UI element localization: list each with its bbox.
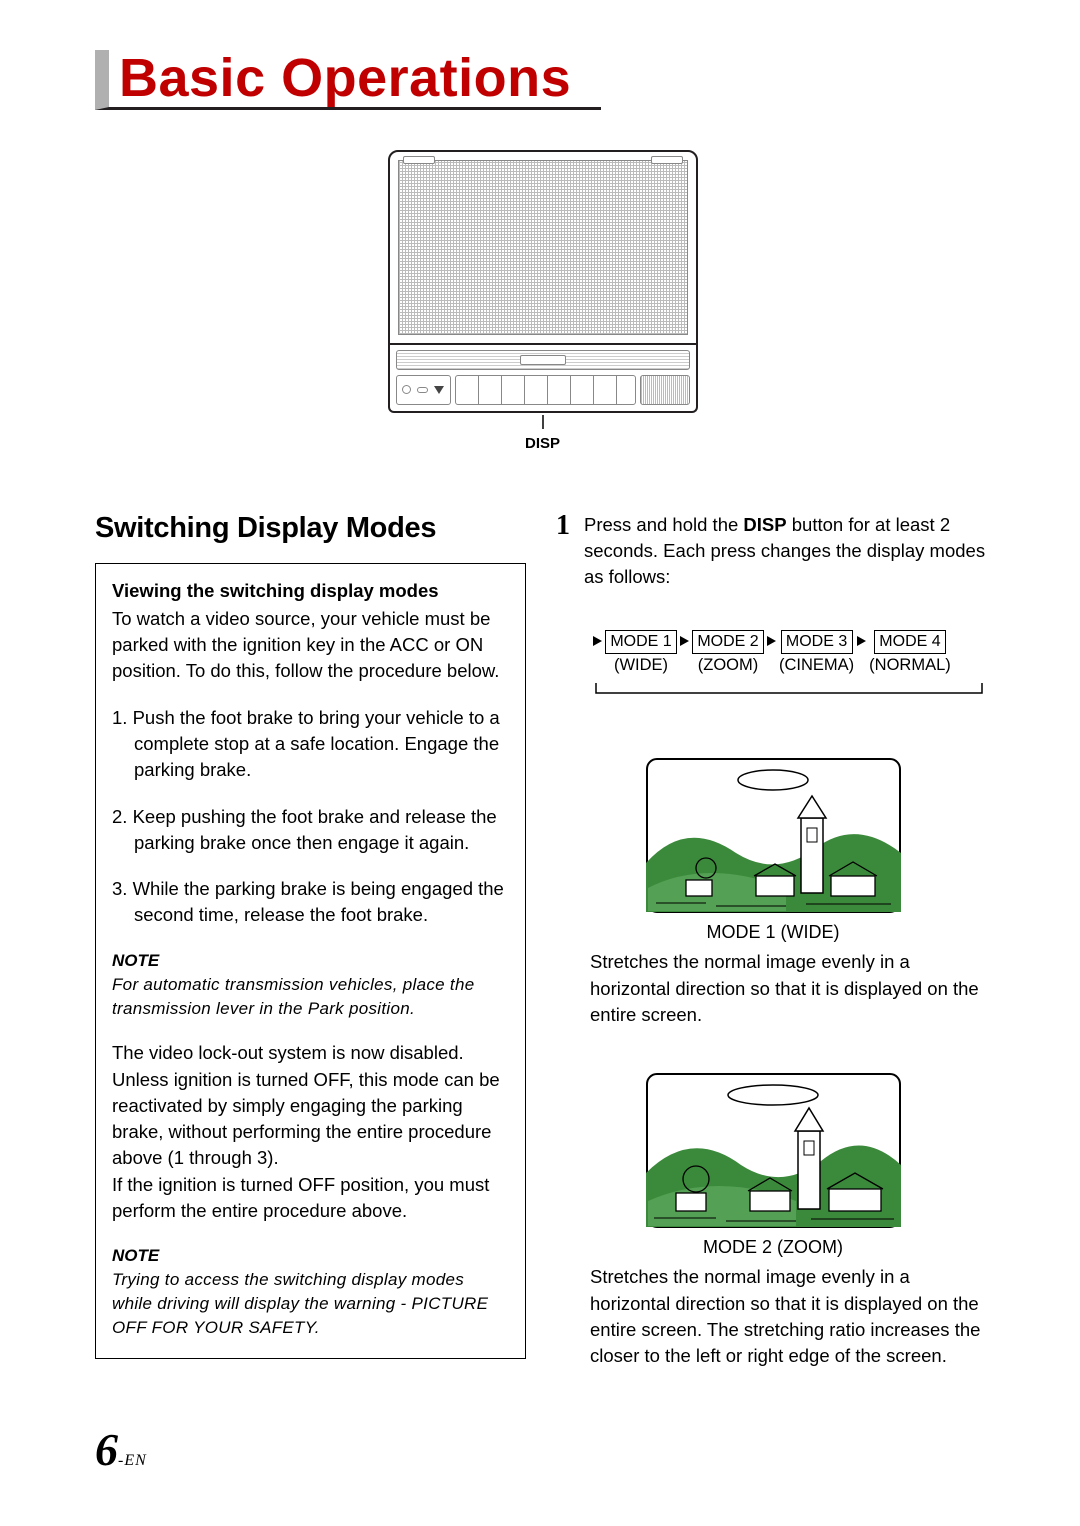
arrow-right-icon <box>590 630 605 646</box>
procedure-step: 1. Push the foot brake to bring your veh… <box>112 705 509 784</box>
mode2-description: Stretches the normal image evenly in a h… <box>590 1264 990 1369</box>
mode1-caption: MODE 1 (WIDE) <box>556 922 990 943</box>
box-paragraph: If the ignition is turned OFF position, … <box>112 1172 509 1225</box>
landscape-icon <box>646 758 901 913</box>
mode2-caption: MODE 2 (ZOOM) <box>556 1237 990 1258</box>
step-bold: DISP <box>743 514 786 535</box>
note-label: NOTE <box>112 949 509 973</box>
landscape-icon <box>646 1073 901 1228</box>
page-number-value: 6 <box>95 1424 118 1475</box>
mode1-description: Stretches the normal image evenly in a h… <box>590 949 990 1028</box>
mode-box: MODE 1 <box>605 630 677 654</box>
box-paragraph: The video lock-out system is now disable… <box>112 1040 509 1171</box>
mode2-figure: MODE 2 (ZOOM) <box>556 1073 990 1258</box>
mode-label: (ZOOM) <box>698 656 758 675</box>
mode-label: (NORMAL) <box>869 656 951 675</box>
page-title: Basic Operations <box>95 50 601 110</box>
mode-cycle-diagram: MODE 1 (WIDE) MODE 2 (ZOOM) MODE 3 (CINE… <box>590 630 990 675</box>
box-subheading: Viewing the switching display modes <box>112 578 509 604</box>
box-intro: To watch a video source, your vehicle mu… <box>112 606 509 685</box>
arrow-right-icon <box>677 630 692 646</box>
mode-label: (WIDE) <box>614 656 668 675</box>
note-label: NOTE <box>112 1244 509 1268</box>
mode-box: MODE 3 <box>781 630 853 654</box>
instruction-box: Viewing the switching display modes To w… <box>95 563 526 1359</box>
step-number: 1 <box>556 512 570 591</box>
disp-callout: DISP <box>95 435 990 452</box>
mode1-figure: MODE 1 (WIDE) <box>556 758 990 943</box>
cycle-return-arrow <box>590 683 990 703</box>
arrow-right-icon <box>854 630 869 646</box>
note-text: For automatic transmission vehicles, pla… <box>112 973 509 1021</box>
note-text: Trying to access the switching display m… <box>112 1268 509 1339</box>
arrow-right-icon <box>764 630 779 646</box>
mode-box: MODE 2 <box>692 630 764 654</box>
step-text: Press and hold the <box>584 514 743 535</box>
page-number: 6-EN <box>95 1423 147 1476</box>
mode-label: (CINEMA) <box>779 656 854 675</box>
callout-line-icon <box>523 415 563 433</box>
procedure-step: 3. While the parking brake is being enga… <box>112 876 509 929</box>
numbered-step: 1 Press and hold the DISP button for at … <box>556 512 990 591</box>
page-number-suffix: -EN <box>118 1452 147 1469</box>
section-heading: Switching Display Modes <box>95 512 526 545</box>
procedure-step: 2. Keep pushing the foot brake and relea… <box>112 804 509 857</box>
mode-box: MODE 4 <box>874 630 946 654</box>
device-illustration: DISP <box>95 150 990 452</box>
